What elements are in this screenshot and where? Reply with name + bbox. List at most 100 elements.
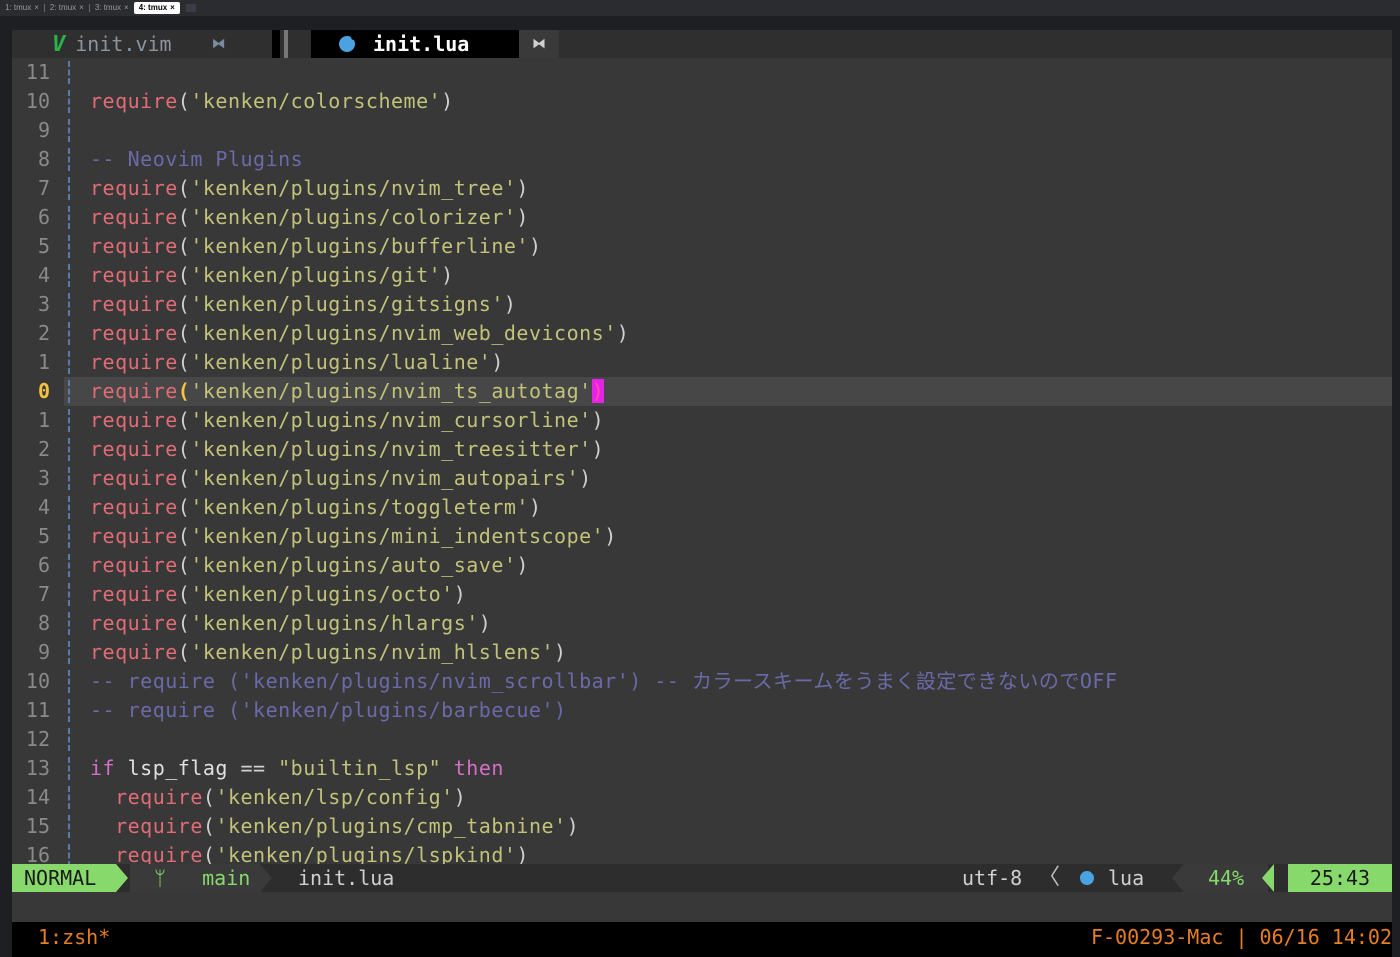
- line-number: 13: [25, 756, 50, 780]
- separator-arrow: [116, 864, 128, 892]
- tmux-tab-1[interactable]: 1: tmux ×: [0, 2, 44, 14]
- line-number: 4: [37, 495, 50, 519]
- code-line[interactable]: 1 require('kenken/plugins/nvim_cursorline…: [12, 406, 1392, 435]
- code-line[interactable]: 2 require('kenken/plugins/nvim_web_devico…: [12, 319, 1392, 348]
- code-line[interactable]: 11: [12, 58, 1392, 87]
- code-line[interactable]: 10 -- require ('kenken/plugins/nvim_scrol…: [12, 667, 1392, 696]
- code-line[interactable]: 12: [12, 725, 1392, 754]
- buffer-name: init.lua: [373, 32, 470, 56]
- indent-guide: [68, 496, 70, 519]
- close-icon[interactable]: ×: [170, 2, 175, 14]
- line-number: 15: [25, 814, 50, 838]
- cursor-position: 25:43: [1288, 864, 1392, 892]
- code-line[interactable]: 7 require('kenken/plugins/nvim_tree'): [12, 174, 1392, 203]
- code-text: require('kenken/plugins/colorizer'): [90, 205, 529, 229]
- code-line[interactable]: 7 require('kenken/plugins/octo'): [12, 580, 1392, 609]
- code-line[interactable]: 9: [12, 116, 1392, 145]
- separator-arrow: [260, 864, 272, 892]
- indent-guide: [68, 90, 70, 113]
- code-text: require('kenken/plugins/nvim_cursorline'…: [90, 408, 605, 432]
- indent-guide: [68, 235, 70, 258]
- code-text: require('kenken/plugins/nvim_hlslens'): [90, 640, 567, 664]
- code-text: require('kenken/lsp/config'): [115, 785, 467, 809]
- code-text: require('kenken/plugins/nvim_treesitter'…: [90, 437, 605, 461]
- indent-guide: [68, 438, 70, 461]
- new-tab-button[interactable]: [185, 4, 196, 12]
- code-line[interactable]: 3 require('kenken/plugins/nvim_autopairs'…: [12, 464, 1392, 493]
- line-number: 6: [37, 205, 50, 229]
- indent-guide: [68, 525, 70, 548]
- current-line-number: 0: [37, 379, 50, 403]
- code-line[interactable]: 5 require('kenken/plugins/bufferline'): [12, 232, 1392, 261]
- filetype: lua: [1080, 864, 1144, 892]
- code-text: require('kenken/plugins/nvim_ts_autotag'…: [90, 379, 605, 403]
- close-icon[interactable]: ×: [124, 2, 129, 14]
- command-line[interactable]: [12, 892, 1392, 922]
- line-number: 11: [25, 60, 50, 84]
- line-number: 8: [37, 147, 50, 171]
- close-icon[interactable]: ×: [34, 2, 39, 14]
- tab-label: 4: tmux: [138, 3, 168, 12]
- code-line[interactable]: 14 require('kenken/lsp/config'): [12, 783, 1392, 812]
- code-text: require('kenken/plugins/cmp_tabnine'): [115, 814, 580, 838]
- tmux-statusbar: 1:zsh* F-00293-Mac | 06/16 14:02: [12, 922, 1392, 957]
- separator-arrow: [1172, 864, 1184, 892]
- indent-guide: [68, 583, 70, 606]
- statusline: NORMAL ᛘ main init.lua utf-8 〈 lua 44% 2…: [12, 864, 1392, 892]
- indent-guide: [68, 61, 70, 84]
- code-text: require('kenken/plugins/octo'): [90, 582, 467, 606]
- code-editor[interactable]: 11 10 require('kenken/colorscheme') 9 8 -- Ne…: [12, 58, 1392, 867]
- tab-label: 2: tmux: [49, 3, 77, 12]
- buffer-close-icon[interactable]: ⧓: [212, 36, 226, 52]
- code-text: -- require ('kenken/plugins/barbecue'): [90, 698, 567, 722]
- line-number: 7: [37, 176, 50, 200]
- code-line[interactable]: 3 require('kenken/plugins/gitsigns'): [12, 290, 1392, 319]
- tmux-window-list[interactable]: 1:zsh*: [38, 922, 110, 952]
- code-text: require('kenken/plugins/toggleterm'): [90, 495, 542, 519]
- code-text: require('kenken/plugins/hlargs'): [90, 611, 492, 635]
- code-text: require('kenken/plugins/nvim_autopairs'): [90, 466, 592, 490]
- line-number: 8: [37, 611, 50, 635]
- indent-guide: [68, 815, 70, 838]
- code-line[interactable]: 10 require('kenken/colorscheme'): [12, 87, 1392, 116]
- indent-guide: [68, 351, 70, 374]
- code-line[interactable]: 11 -- require ('kenken/plugins/barbecue'): [12, 696, 1392, 725]
- line-number: 7: [37, 582, 50, 606]
- buffer-tab-init-lua[interactable]: init.lua: [311, 30, 519, 58]
- tmux-tab-2[interactable]: 2: tmux ×: [45, 2, 89, 14]
- line-number: 2: [37, 321, 50, 345]
- code-line[interactable]: 5 require('kenken/plugins/mini_indentscop…: [12, 522, 1392, 551]
- buffer-close-icon[interactable]: ⧓: [519, 30, 559, 58]
- buffer-tab-init-vim[interactable]: V init.vim ⧓: [52, 30, 226, 58]
- indent-guide: [68, 699, 70, 722]
- tmux-tab-3[interactable]: 3: tmux ×: [90, 2, 134, 14]
- code-text: require('kenken/plugins/nvim_web_devicon…: [90, 321, 630, 345]
- code-text: require('kenken/colorscheme'): [90, 89, 454, 113]
- indent-guide: [68, 467, 70, 490]
- current-line[interactable]: require('kenken/plugins/nvim_ts_autotag'…: [64, 377, 1392, 406]
- code-line[interactable]: 4 require('kenken/plugins/toggleterm'): [12, 493, 1392, 522]
- code-line[interactable]: 2 require('kenken/plugins/nvim_treesitter…: [12, 435, 1392, 464]
- indent-guide: [68, 293, 70, 316]
- buffer-separator: [284, 30, 288, 58]
- code-line[interactable]: 4 require('kenken/plugins/git'): [12, 261, 1392, 290]
- close-icon[interactable]: ×: [79, 2, 84, 14]
- indent-guide: [68, 612, 70, 635]
- code-line[interactable]: 8 require('kenken/plugins/hlargs'): [12, 609, 1392, 638]
- code-line[interactable]: 6 require('kenken/plugins/colorizer'): [12, 203, 1392, 232]
- indent-guide: [68, 757, 70, 780]
- tmux-host-datetime: F-00293-Mac | 06/16 14:02: [1090, 925, 1392, 949]
- code-text: require('kenken/plugins/auto_save'): [90, 553, 529, 577]
- line-number: 9: [37, 118, 50, 142]
- code-text: require('kenken/plugins/nvim_tree'): [90, 176, 529, 200]
- code-line[interactable]: 9 require('kenken/plugins/nvim_hlslens'): [12, 638, 1392, 667]
- code-text: require('kenken/plugins/mini_indentscope…: [90, 524, 617, 548]
- code-line[interactable]: 15 require('kenken/plugins/cmp_tabnine'): [12, 812, 1392, 841]
- line-number: 10: [25, 669, 50, 693]
- code-line[interactable]: 1 require('kenken/plugins/lualine'): [12, 348, 1392, 377]
- code-line[interactable]: 6 require('kenken/plugins/auto_save'): [12, 551, 1392, 580]
- bufferline: V init.vim ⧓ init.lua ⧓: [12, 30, 1392, 58]
- code-line[interactable]: 13 if lsp_flag == "builtin_lsp" then: [12, 754, 1392, 783]
- tmux-tab-4[interactable]: 4: tmux ×: [133, 2, 180, 14]
- code-line[interactable]: 8 -- Neovim Plugins: [12, 145, 1392, 174]
